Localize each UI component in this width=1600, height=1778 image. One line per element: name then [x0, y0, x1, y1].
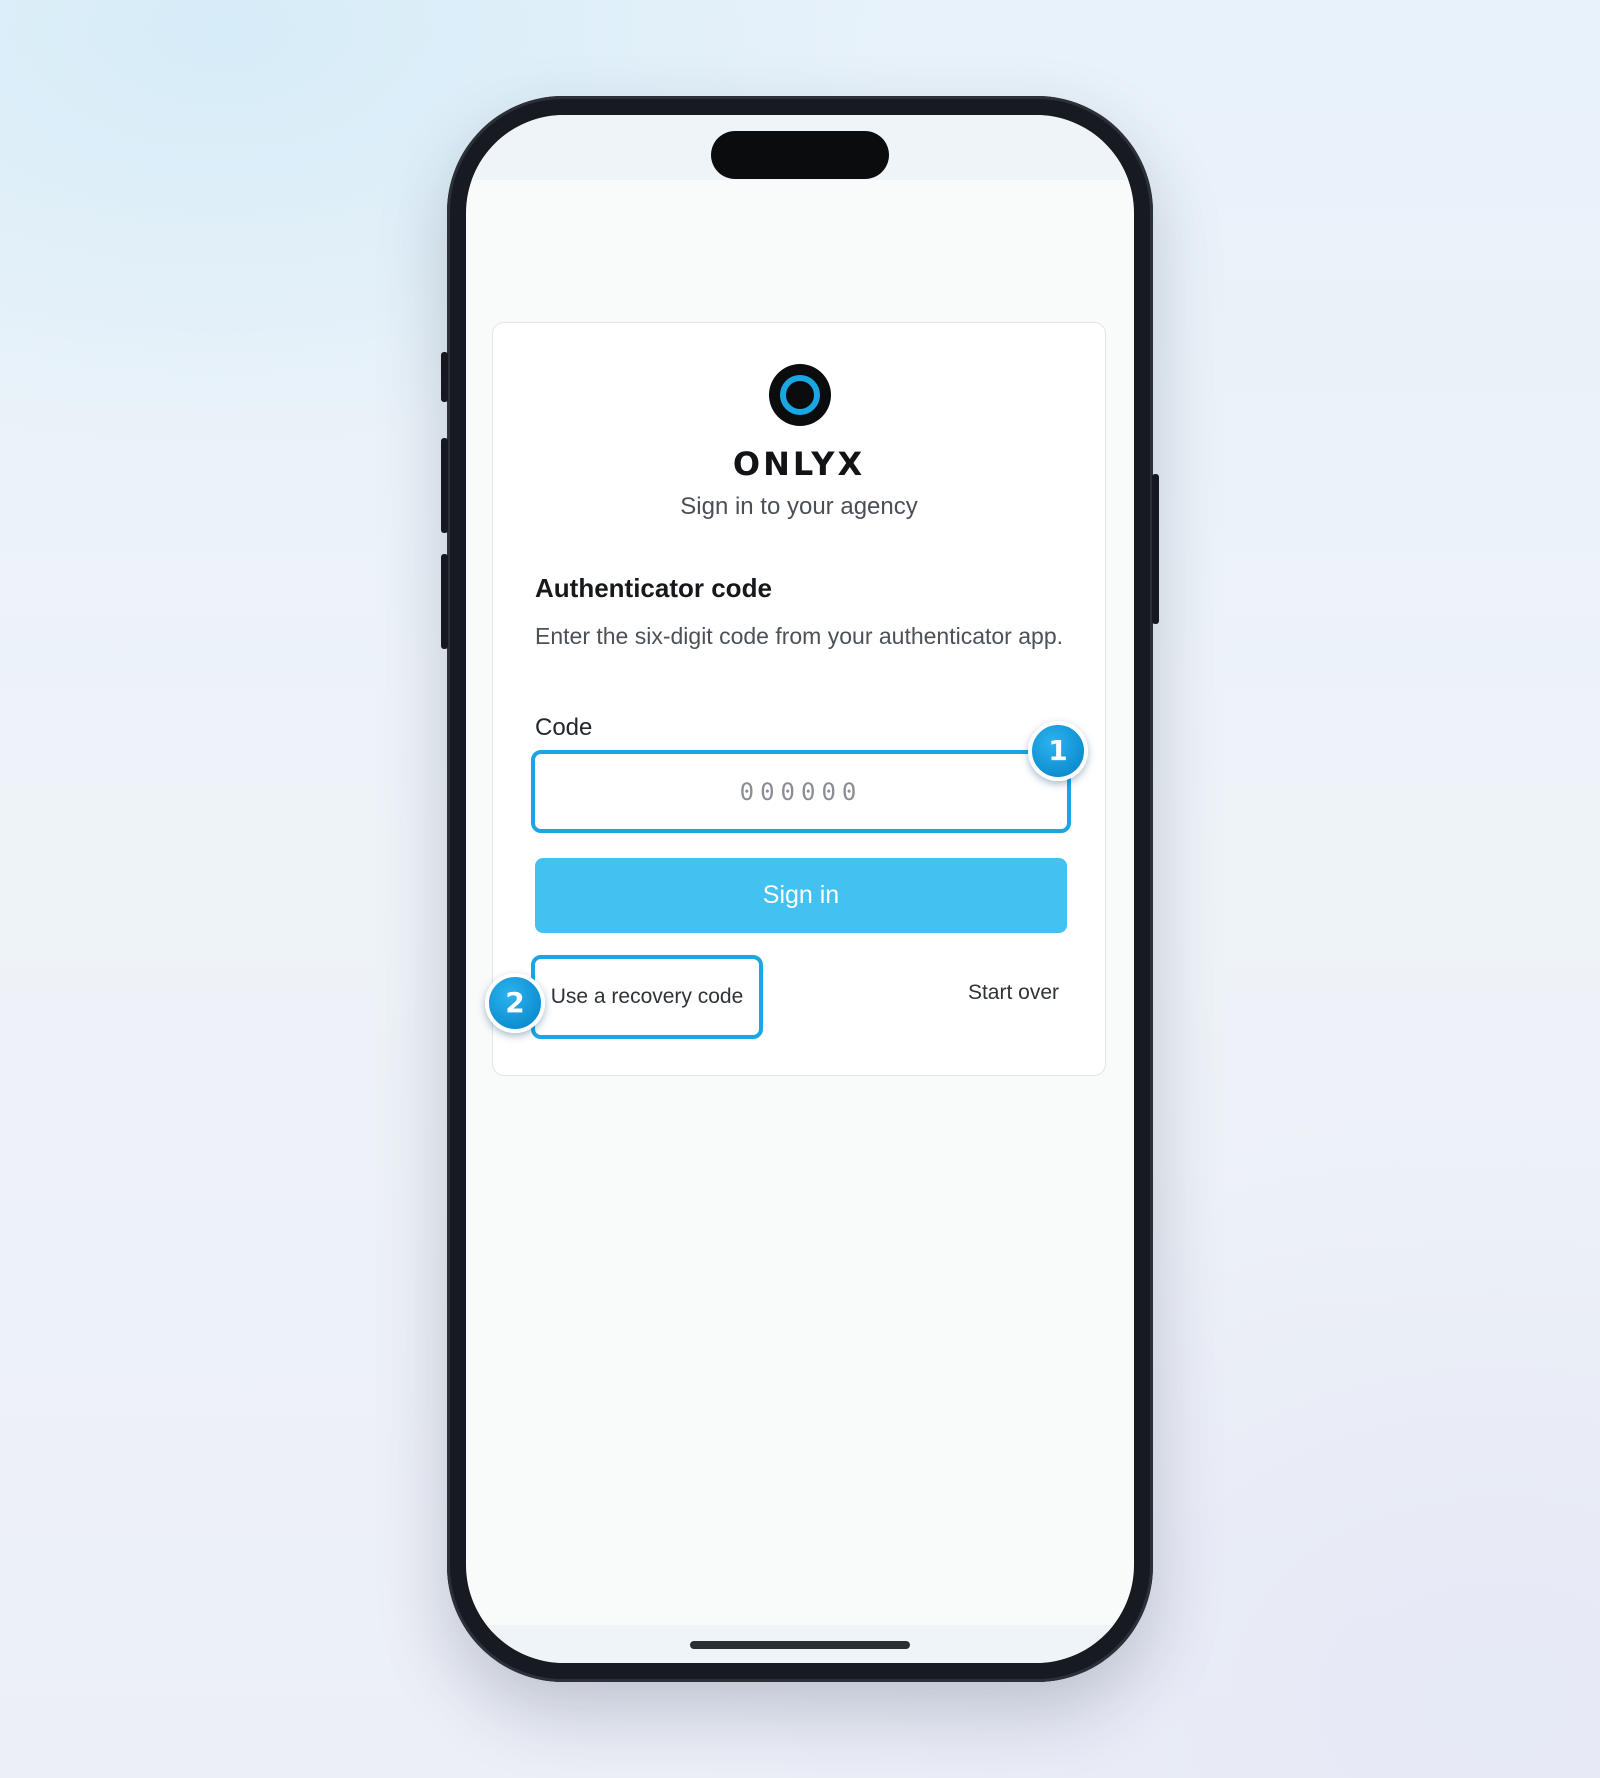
brand-name: ONLYX [732, 445, 866, 483]
auth-heading: Authenticator code [535, 573, 772, 603]
annotation-badge-2: 2 [485, 973, 545, 1033]
phone-volume-up-button [441, 438, 448, 533]
start-over-link[interactable]: Start over [968, 981, 1059, 1005]
page-subtitle: Sign in to your agency [680, 493, 918, 520]
annotation-badge-1: 1 [1028, 721, 1088, 781]
phone-silent-switch [441, 352, 448, 402]
sign-in-button[interactable]: Sign in [535, 858, 1067, 933]
onlyx-ring-logo-icon [769, 364, 831, 426]
home-indicator[interactable] [690, 1641, 910, 1649]
phone-screen: ONLYX Sign in to your agency Authenticat… [466, 115, 1134, 1663]
phone-volume-down-button [441, 554, 448, 649]
phone-power-button [1152, 474, 1159, 624]
code-field-label: Code [535, 714, 593, 741]
phone-frame: ONLYX Sign in to your agency Authenticat… [441, 96, 1159, 1682]
signin-card: ONLYX Sign in to your agency Authenticat… [485, 322, 1106, 1076]
dynamic-island [711, 131, 889, 179]
code-input[interactable] [531, 750, 1071, 833]
auth-description: Enter the six-digit code from your authe… [535, 623, 1064, 649]
use-recovery-code-button[interactable]: Use a recovery code [531, 955, 763, 1039]
